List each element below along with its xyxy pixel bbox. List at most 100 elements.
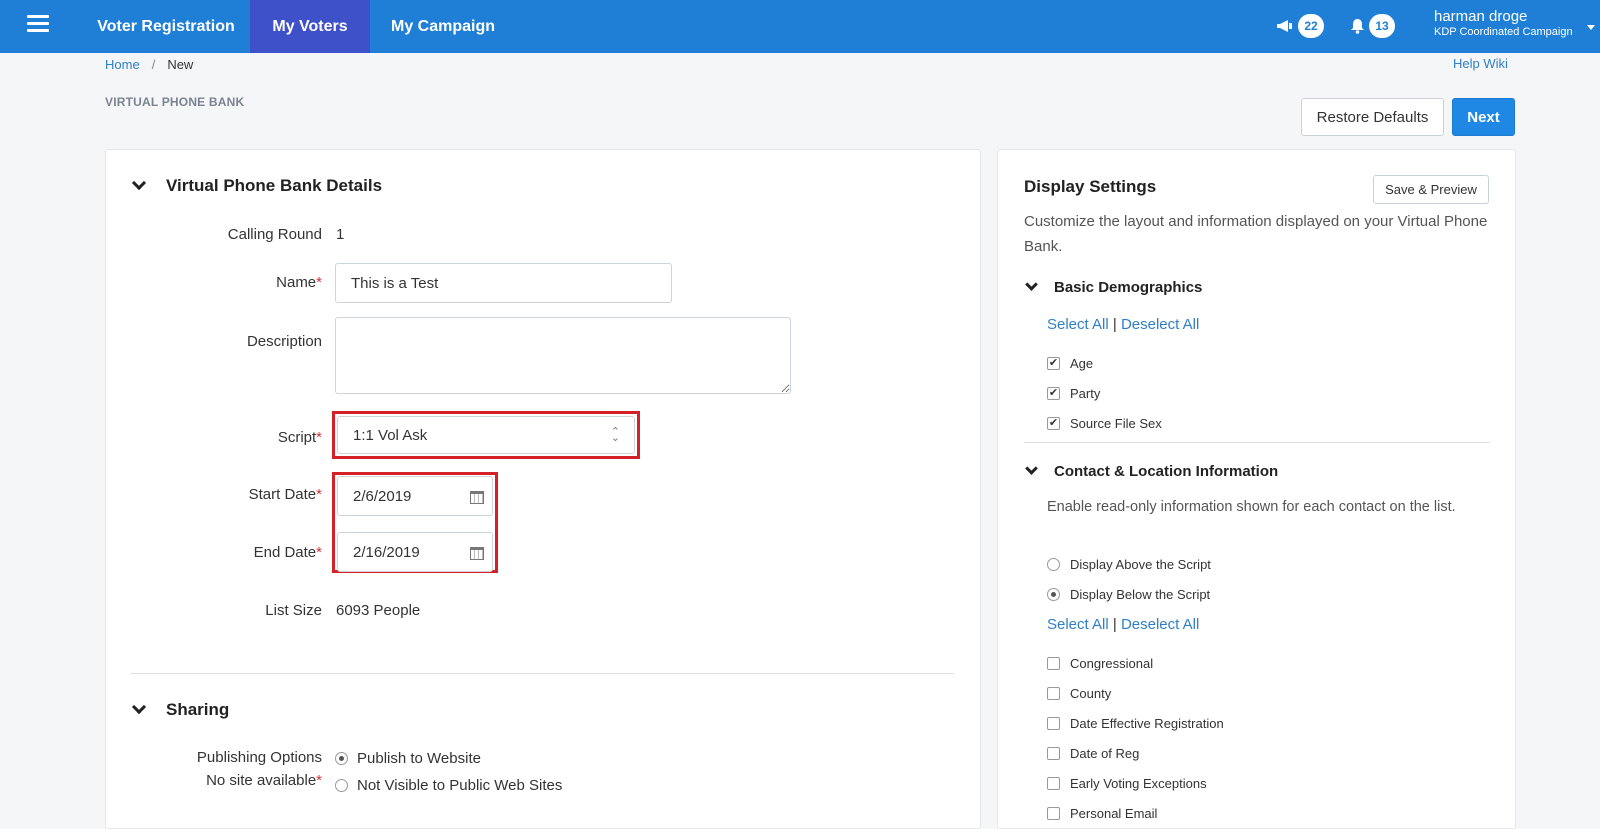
not-visible-label[interactable]: Not Visible to Public Web Sites [357,777,562,794]
description-input[interactable] [335,317,791,394]
early-voting-exceptions-label: Early Voting Exceptions [1070,776,1207,791]
basic-demographics-title: Basic Demographics [1054,279,1203,296]
display-below-label[interactable]: Display Below the Script [1070,587,1210,602]
contact-description: Enable read-only information shown for e… [1047,499,1456,515]
start-date-label: Start Date* [102,486,322,503]
calendar-icon[interactable] [470,547,484,560]
script-select[interactable]: 1:1 Vol Ask ⌃ ⌄ [337,416,635,454]
details-title: Virtual Phone Bank Details [166,176,383,195]
date-of-reg-label: Date of Reg [1070,746,1140,761]
display-below-radio[interactable] [1047,588,1060,601]
deselect-all-link[interactable]: Deselect All [1121,316,1199,333]
select-all-link[interactable]: Select All [1047,316,1109,333]
select-arrows-icon: ⌃ ⌄ [610,426,620,444]
tab-my-campaign[interactable]: My Campaign [370,0,516,53]
sharing-title: Sharing [166,700,230,719]
required-mark: * [316,544,322,561]
select-all-link[interactable]: Select All [1047,616,1109,633]
publishing-options-label: Publishing Options [196,749,322,766]
chevron-down-icon [1025,278,1038,291]
caret-down-icon[interactable] [1587,25,1595,30]
description-label: Description [246,333,322,350]
basic-select-controls: Select All | Deselect All [1047,316,1199,333]
not-visible-radio[interactable] [335,779,348,792]
display-above-radio[interactable] [1047,558,1060,571]
bell-icon [1351,19,1364,34]
announcements-badge: 22 [1298,14,1324,38]
top-nav: Voter Registration My Voters My Campaign… [0,0,1600,53]
deselect-all-link[interactable]: Deselect All [1121,616,1199,633]
page-title: VIRTUAL PHONE BANK [105,95,245,109]
calling-round-value: 1 [336,226,345,243]
end-date-value: 2/16/2019 [353,543,420,561]
required-mark: * [316,274,322,291]
source-file-sex-checkbox[interactable]: ✔ [1047,417,1060,430]
chevron-down-icon [131,175,147,191]
end-date-label-text: End Date [253,544,317,561]
basic-demographics-header[interactable]: Basic Demographics [1025,278,1203,296]
display-settings-description: Customize the layout and information dis… [1024,213,1488,255]
publish-website-label[interactable]: Publish to Website [357,750,481,767]
display-settings-title: Display Settings [1024,177,1157,196]
sharing-section-header[interactable]: Sharing [131,699,230,720]
script-label-text: Script [277,429,317,446]
calendar-icon[interactable] [470,491,484,504]
end-date-input[interactable]: 2/16/2019 [337,532,493,572]
date-effective-registration-checkbox[interactable] [1047,717,1060,730]
section-divider [131,673,954,674]
next-button[interactable]: Next [1452,98,1515,136]
county-label: County [1070,686,1112,701]
contact-location-header[interactable]: Contact & Location Information [1025,462,1279,480]
personal-email-label: Personal Email [1070,806,1158,821]
notifications[interactable]: 13 [1350,13,1395,39]
name-input[interactable]: This is a Test [335,263,672,303]
chevron-down-icon [1025,462,1038,475]
required-mark: * [316,486,322,503]
required-mark: * [316,429,322,446]
section-divider [1024,442,1490,443]
start-date-value: 2/6/2019 [353,487,412,505]
restore-defaults-button[interactable]: Restore Defaults [1301,98,1444,136]
script-select-value: 1:1 Vol Ask [353,426,428,444]
breadcrumb-home[interactable]: Home [105,57,140,72]
script-label: Script* [102,429,322,446]
tab-my-voters[interactable]: My Voters [250,0,370,53]
details-section-header[interactable]: Virtual Phone Bank Details [131,175,383,196]
notifications-badge: 13 [1369,14,1395,38]
contact-select-controls: Select All | Deselect All [1047,616,1199,633]
help-wiki-link[interactable]: Help Wiki [1453,56,1508,71]
date-effective-registration-label: Date Effective Registration [1070,716,1224,731]
chevron-down-icon [131,699,147,715]
calling-round-label: Calling Round [227,226,322,243]
announcements[interactable]: 22 [1276,13,1324,39]
no-site-label: No site available* [102,772,322,789]
age-checkbox[interactable]: ✔ [1047,357,1060,370]
name-input-value: This is a Test [351,274,439,292]
breadcrumb-separator: / [151,57,156,72]
save-preview-button[interactable]: Save & Preview [1373,175,1489,204]
name-label: Name* [102,274,322,291]
early-voting-exceptions-checkbox[interactable] [1047,777,1060,790]
party-label: Party [1070,386,1101,401]
age-label: Age [1070,356,1094,371]
display-above-label[interactable]: Display Above the Script [1070,557,1211,572]
publish-website-radio[interactable] [335,752,348,765]
personal-email-checkbox[interactable] [1047,807,1060,820]
user-menu[interactable]: harman droge KDP Coordinated Campaign [1434,8,1573,40]
contact-location-title: Contact & Location Information [1054,463,1279,480]
party-checkbox[interactable]: ✔ [1047,387,1060,400]
pipe-separator: | [1112,616,1117,633]
list-size-label: List Size [265,602,322,619]
no-site-label-text: No site available [206,772,317,789]
date-of-reg-checkbox[interactable] [1047,747,1060,760]
user-name: harman droge [1434,8,1528,25]
county-checkbox[interactable] [1047,687,1060,700]
menu-icon[interactable] [27,15,49,32]
start-date-input[interactable]: 2/6/2019 [337,476,493,516]
end-date-label: End Date* [102,544,322,561]
name-label-text: Name [276,274,317,291]
tab-voter-registration[interactable]: Voter Registration [82,0,250,53]
breadcrumb: Home / New [105,57,193,72]
congressional-checkbox[interactable] [1047,657,1060,670]
user-campaign: KDP Coordinated Campaign [1434,26,1573,38]
